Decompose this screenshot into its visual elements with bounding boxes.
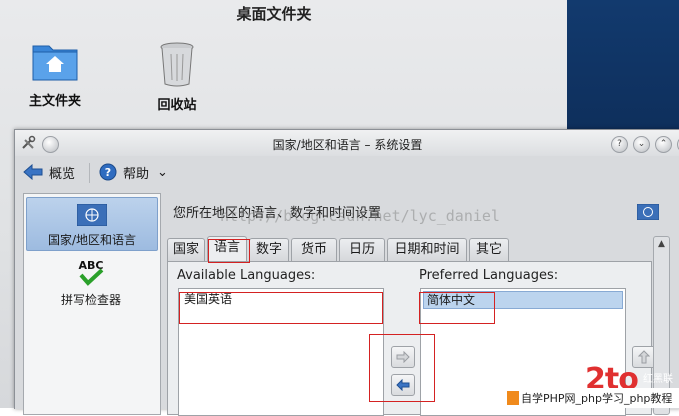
toolbar-separator: [89, 163, 90, 183]
annotation-highlight-arrows: [369, 334, 435, 402]
tab-numbers[interactable]: 数字: [249, 238, 289, 261]
annotation-highlight-preferred: [419, 292, 495, 324]
php-icon: [507, 391, 519, 405]
window-titlebar[interactable]: 国家/地区和语言 – 系统设置 ? ⌄ ⌃ ✕: [15, 130, 679, 156]
desktop-icon-trash[interactable]: 回收站: [132, 40, 222, 113]
sidebar-item-spellcheck-label: 拼写检查器: [60, 293, 121, 307]
sidebar-item-locale[interactable]: 国家/地区和语言: [26, 197, 158, 251]
tab-other[interactable]: 其它: [469, 238, 509, 261]
maximize-button[interactable]: ⌃: [655, 136, 672, 153]
desktop-icon-trash-label: 回收站: [157, 98, 197, 113]
window-title: 国家/地区和语言 – 系统设置: [272, 138, 423, 152]
window-toolbar: 概览 ? 帮助 ⌄: [15, 157, 679, 187]
help-context-button[interactable]: ?: [611, 136, 628, 153]
tab-date-time[interactable]: 日期和时间: [387, 238, 467, 261]
annotation-highlight-tab: [208, 239, 250, 263]
available-languages-label: Available Languages:: [177, 268, 316, 283]
site-logo: 2to 红黑联盟 自学PHP网_php学习_php教程: [507, 362, 679, 408]
desktop-icon-home[interactable]: 主文件夹: [10, 40, 100, 109]
sidebar-item-spellcheck[interactable]: ABC 拼写检查器: [26, 258, 156, 308]
help-label: 帮助: [123, 166, 150, 182]
back-arrow-icon: [23, 164, 43, 180]
overview-label: 概览: [49, 166, 76, 182]
help-button[interactable]: ? 帮助 ⌄: [99, 161, 168, 183]
category-sidebar: 国家/地区和语言 ABC 拼写检查器: [23, 193, 161, 415]
watermark-text: http://blog.csdn.net/lyc_daniel: [220, 207, 500, 225]
help-icon: ?: [99, 163, 117, 181]
abc-spellcheck-icon: ABC: [79, 259, 103, 286]
overview-button[interactable]: 概览: [23, 161, 75, 183]
svg-text:?: ?: [105, 166, 111, 179]
desktop-folder-title: 桌面文件夹: [236, 5, 312, 23]
home-folder-icon: [32, 45, 78, 81]
tab-country[interactable]: 国家: [167, 238, 205, 261]
annotation-highlight-available: [179, 292, 383, 324]
sidebar-item-locale-label: 国家/地区和语言: [47, 233, 137, 247]
minimize-button[interactable]: ⌄: [633, 136, 650, 153]
trash-icon: [160, 42, 194, 87]
logo-caption: 自学PHP网_php学习_php教程: [521, 392, 673, 405]
desktop-icon-home-label: 主文件夹: [28, 94, 81, 109]
scroll-up-icon[interactable]: ▲: [654, 239, 669, 249]
logo-caption-bar: 自学PHP网_php学习_php教程: [507, 388, 679, 408]
chevron-down-icon[interactable]: ⌄: [157, 165, 168, 180]
arrow-up-icon: [638, 350, 650, 364]
preferred-languages-label: Preferred Languages:: [419, 268, 559, 283]
tab-calendar[interactable]: 日历: [339, 238, 385, 261]
un-flag-icon: [637, 204, 659, 220]
settings-window: 国家/地区和语言 – 系统设置 ? ⌄ ⌃ ✕ 概览 ? 帮助 ⌄: [14, 129, 679, 416]
tab-currency[interactable]: 货币: [291, 238, 337, 261]
un-flag-icon: [76, 203, 108, 227]
